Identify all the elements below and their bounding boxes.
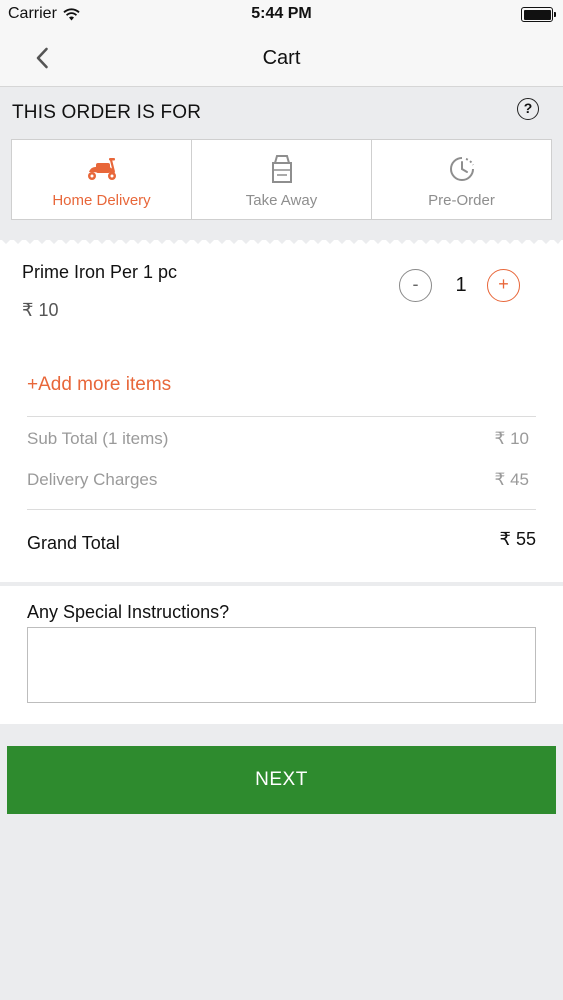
zigzag-edge-top [0, 238, 563, 244]
grand-total-label: Grand Total [27, 533, 120, 553]
option-pre-order[interactable]: Pre-Order [372, 140, 551, 219]
order-type-options: Home Delivery Take Away Pre-Order [11, 139, 552, 220]
option-label: Home Delivery [52, 192, 151, 209]
sub-total-label: Sub Total (1 items) [27, 429, 169, 448]
clock-icon [449, 157, 474, 181]
question-circle-icon[interactable]: ? [517, 98, 539, 120]
quantity-decrease-button[interactable]: - [399, 269, 432, 302]
cart-summary-card: Prime Iron Per 1 pc ₹ 10 - 1 + +Add more… [0, 238, 563, 588]
status-bar: Carrier 5:44 PM [0, 0, 563, 30]
takeaway-bag-icon [271, 155, 292, 183]
quantity-value: 1 [455, 274, 467, 296]
special-instructions-label: Any Special Instructions? [27, 602, 230, 622]
option-take-away[interactable]: Take Away [192, 140, 372, 219]
scooter-icon [87, 158, 116, 180]
add-more-items-link[interactable]: +Add more items [27, 374, 171, 396]
divider [27, 416, 536, 417]
cart-item-name: Prime Iron Per 1 pc [22, 262, 178, 282]
special-instructions-section: Any Special Instructions? [0, 586, 563, 724]
grand-total-value: ₹ 55 [499, 529, 536, 549]
order-type-section: THIS ORDER IS FOR ? Home Delivery Take A… [0, 88, 563, 238]
page-title: Cart [262, 47, 301, 69]
nav-bar: Cart [0, 30, 563, 87]
sub-total-value: ₹ 10 [494, 429, 529, 448]
option-home-delivery[interactable]: Home Delivery [12, 140, 192, 219]
next-button[interactable]: NEXT [7, 746, 556, 814]
status-time: 5:44 PM [251, 5, 312, 22]
option-label: Take Away [245, 192, 318, 209]
delivery-charges-row: Delivery Charges ₹ 45 [27, 470, 529, 490]
option-label: Pre-Order [428, 192, 495, 209]
delivery-charges-value: ₹ 45 [494, 470, 529, 489]
divider [27, 509, 536, 510]
battery-icon [521, 7, 556, 22]
grand-total-row: Grand Total ₹ 55 [27, 529, 536, 554]
special-instructions-input[interactable] [27, 627, 536, 703]
delivery-charges-label: Delivery Charges [27, 470, 158, 489]
sub-total-row: Sub Total (1 items) ₹ 10 [27, 429, 529, 449]
quantity-increase-button[interactable]: + [487, 269, 520, 302]
cart-item-price: ₹ 10 [22, 300, 59, 320]
order-type-heading: THIS ORDER IS FOR [12, 102, 202, 123]
